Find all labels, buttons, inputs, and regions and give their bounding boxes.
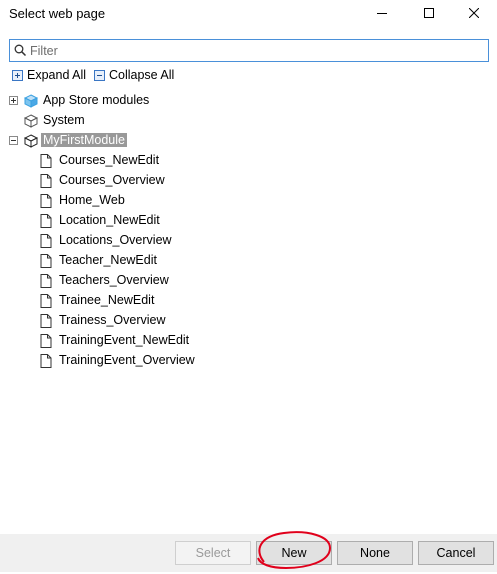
tree-node-page[interactable]: TrainingEvent_NewEdit — [0, 331, 497, 351]
expand-all-icon — [12, 69, 23, 81]
collapse-all-button[interactable]: Collapse All — [94, 68, 174, 82]
tree-node-label: TrainingEvent_Overview — [59, 353, 195, 367]
module-box-icon — [23, 134, 39, 151]
page-file-icon — [40, 174, 52, 191]
page-file-icon — [40, 354, 52, 371]
page-file-icon — [40, 154, 52, 171]
tree-node-page[interactable]: Location_NewEdit — [0, 211, 497, 231]
tree-node-label: App Store modules — [43, 93, 150, 107]
tree-node-page[interactable]: Home_Web — [0, 191, 497, 211]
collapse-all-label: Collapse All — [109, 68, 175, 82]
minimize-button[interactable] — [359, 0, 405, 28]
filter-input[interactable] — [30, 42, 480, 59]
tree-node-label: Courses_Overview — [59, 173, 165, 187]
module-box-icon — [23, 114, 39, 131]
expand-all-label: Expand All — [27, 68, 87, 82]
tree-node-app-store-modules[interactable]: App Store modules — [0, 91, 497, 111]
page-file-icon — [40, 214, 52, 231]
minimize-icon — [377, 7, 387, 21]
page-file-icon — [40, 234, 52, 251]
tree-node-myfirstmodule[interactable]: MyFirstModule — [0, 131, 497, 151]
filter-field[interactable] — [9, 39, 489, 62]
collapse-all-icon — [94, 69, 105, 81]
collapse-icon[interactable] — [9, 136, 18, 145]
tree-node-page[interactable]: Courses_Overview — [0, 171, 497, 191]
tree-node-page[interactable]: Locations_Overview — [0, 231, 497, 251]
tree-node-label: Teacher_NewEdit — [59, 253, 157, 267]
tree-node-label: Location_NewEdit — [59, 213, 160, 227]
tree-node-page[interactable]: Teachers_Overview — [0, 271, 497, 291]
page-file-icon — [40, 194, 52, 211]
page-file-icon — [40, 314, 52, 331]
tree-node-label: Trainess_Overview — [59, 313, 166, 327]
page-file-icon — [40, 294, 52, 311]
tree-node-label-selected: MyFirstModule — [41, 133, 127, 147]
page-file-icon — [40, 274, 52, 291]
page-file-icon — [40, 254, 52, 271]
expand-all-button[interactable]: Expand All — [12, 68, 86, 82]
tree-node-label: Trainee_NewEdit — [59, 293, 155, 307]
tree-node-label: TrainingEvent_NewEdit — [59, 333, 190, 347]
expand-icon[interactable] — [9, 96, 18, 105]
tree-node-label: Home_Web — [59, 193, 125, 207]
window-title: Select web page — [9, 6, 106, 21]
title-bar: Select web page — [0, 0, 497, 28]
red-circle-annotation — [257, 531, 332, 570]
tree-node-page[interactable]: Teacher_NewEdit — [0, 251, 497, 271]
maximize-button[interactable] — [406, 0, 452, 28]
close-icon — [468, 7, 480, 21]
tree-node-page[interactable]: TrainingEvent_Overview — [0, 351, 497, 371]
cancel-button[interactable]: Cancel — [418, 541, 494, 565]
tree-node-label: Courses_NewEdit — [59, 153, 160, 167]
maximize-icon — [424, 7, 434, 21]
tree-node-page[interactable]: Courses_NewEdit — [0, 151, 497, 171]
none-button[interactable]: None — [337, 541, 413, 565]
dialog-footer: Select New None Cancel — [0, 531, 497, 572]
tree-node-label: Locations_Overview — [59, 233, 172, 247]
tree-node-page[interactable]: Trainee_NewEdit — [0, 291, 497, 311]
tree-node-page[interactable]: Trainess_Overview — [0, 311, 497, 331]
module-box-icon — [23, 94, 39, 111]
close-button[interactable] — [451, 0, 497, 28]
tree-node-label: Teachers_Overview — [59, 273, 169, 287]
page-file-icon — [40, 334, 52, 351]
tree-node-system[interactable]: System — [0, 111, 497, 131]
select-button[interactable]: Select — [175, 541, 251, 565]
search-icon — [14, 44, 27, 60]
tree-node-label: System — [43, 113, 85, 127]
